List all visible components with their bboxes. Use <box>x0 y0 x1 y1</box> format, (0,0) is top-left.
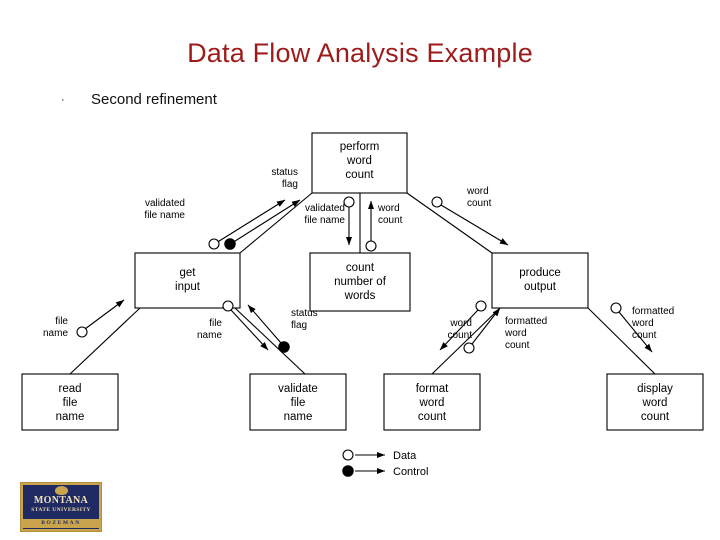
module-label-line: display <box>637 383 673 395</box>
module-label-line: input <box>175 281 201 293</box>
module-get-input[interactable]: get input <box>134 252 241 309</box>
bullet-marker-icon: · <box>61 94 65 106</box>
module-label-line: count <box>418 411 447 423</box>
flow-label-line: validated <box>305 203 345 214</box>
flow-label-line: name <box>197 330 222 341</box>
module-label-line: perform <box>340 141 380 153</box>
flow-status-flag-control <box>224 199 301 250</box>
module-label-line: file <box>291 397 306 409</box>
montana-state-university-logo: MONTANA STATE UNIVERSITY BOZEMAN <box>20 482 102 532</box>
slide-canvas: Data Flow Analysis Example · Second refi… <box>0 0 720 540</box>
flow-word-count-up <box>365 200 377 252</box>
legend-label: Data <box>393 450 417 462</box>
module-label-line: produce <box>519 267 561 279</box>
flow-label-line: flag <box>291 320 307 331</box>
flow-label-line: word <box>449 318 472 329</box>
logo-inner: MONTANA STATE UNIVERSITY BOZEMAN <box>23 485 99 529</box>
module-label-line: read <box>58 383 81 395</box>
logo-state-university-text: STATE UNIVERSITY <box>31 507 91 513</box>
module-label-line: word <box>642 397 668 409</box>
flow-label-line: file <box>55 316 68 327</box>
bullet-item: · Second refinement <box>58 90 217 110</box>
logo-montana-text: MONTANA <box>33 495 89 506</box>
legend-item-data: Data <box>342 449 417 462</box>
module-format-word-count[interactable]: format word count <box>383 373 481 431</box>
flow-label-line: formatted <box>632 306 674 317</box>
flow-label-line: validated <box>145 198 185 209</box>
flow-label-line: word <box>504 328 527 339</box>
bullet-item-label: Second refinement <box>91 91 217 108</box>
flow-label-line: count <box>505 340 530 351</box>
module-label-line: format <box>416 383 449 395</box>
flow-label-line: count <box>467 198 492 209</box>
module-produce-output[interactable]: produce output <box>491 252 589 309</box>
flow-label-line: status <box>271 167 298 178</box>
module-label-line: words <box>344 290 376 302</box>
module-read-file-name[interactable]: read file name <box>21 373 119 431</box>
flow-label-line: flag <box>282 179 298 190</box>
logo-seal-icon <box>54 486 68 495</box>
module-label-line: word <box>419 397 445 409</box>
flow-validated-file-name-down <box>343 196 355 246</box>
flow-label-line: word <box>377 203 400 214</box>
legend-item-control: Control <box>342 465 428 478</box>
module-label-line: file <box>63 397 78 409</box>
structure-chart-diagram: perform word count get input count numbe… <box>0 112 720 492</box>
flow-label-line: name <box>43 328 68 339</box>
flow-label-line: formatted <box>505 316 547 327</box>
module-label-line: count <box>641 411 670 423</box>
module-label-line: validate <box>278 383 318 395</box>
page-title: Data Flow Analysis Example <box>187 38 533 68</box>
module-label-line: name <box>56 411 85 423</box>
module-label-line: count <box>345 169 374 181</box>
flow-label-line: file <box>209 318 222 329</box>
flow-label-line: word <box>466 186 489 197</box>
flow-label-line: status <box>291 308 318 319</box>
logo-bozeman-text: BOZEMAN <box>23 519 99 528</box>
flow-file-name-center-down <box>222 300 269 351</box>
flow-status-flag-center-up <box>247 304 290 353</box>
module-label-line: word <box>346 155 372 167</box>
module-validate-file-name[interactable]: validate file name <box>249 373 347 431</box>
module-label-line: count <box>346 262 375 274</box>
module-label-line: number of <box>334 276 387 288</box>
legend-label: Control <box>393 466 428 478</box>
module-label-line: get <box>180 267 197 279</box>
module-label-line: name <box>284 411 313 423</box>
flow-label-line: count <box>448 330 473 341</box>
legend: Data Control <box>342 449 428 478</box>
flow-label-line: count <box>632 330 657 341</box>
flow-file-name-left <box>76 299 125 338</box>
module-label-line: output <box>524 281 557 293</box>
flow-label-line: count <box>378 215 403 226</box>
flow-label-line: file name <box>304 215 345 226</box>
module-display-word-count[interactable]: display word count <box>606 373 704 431</box>
module-count-number-of-words[interactable]: count number of words <box>309 252 411 312</box>
flow-label-line: word <box>631 318 654 329</box>
module-perform-word-count[interactable]: perform word count <box>311 132 408 194</box>
flow-label-line: file name <box>144 210 185 221</box>
